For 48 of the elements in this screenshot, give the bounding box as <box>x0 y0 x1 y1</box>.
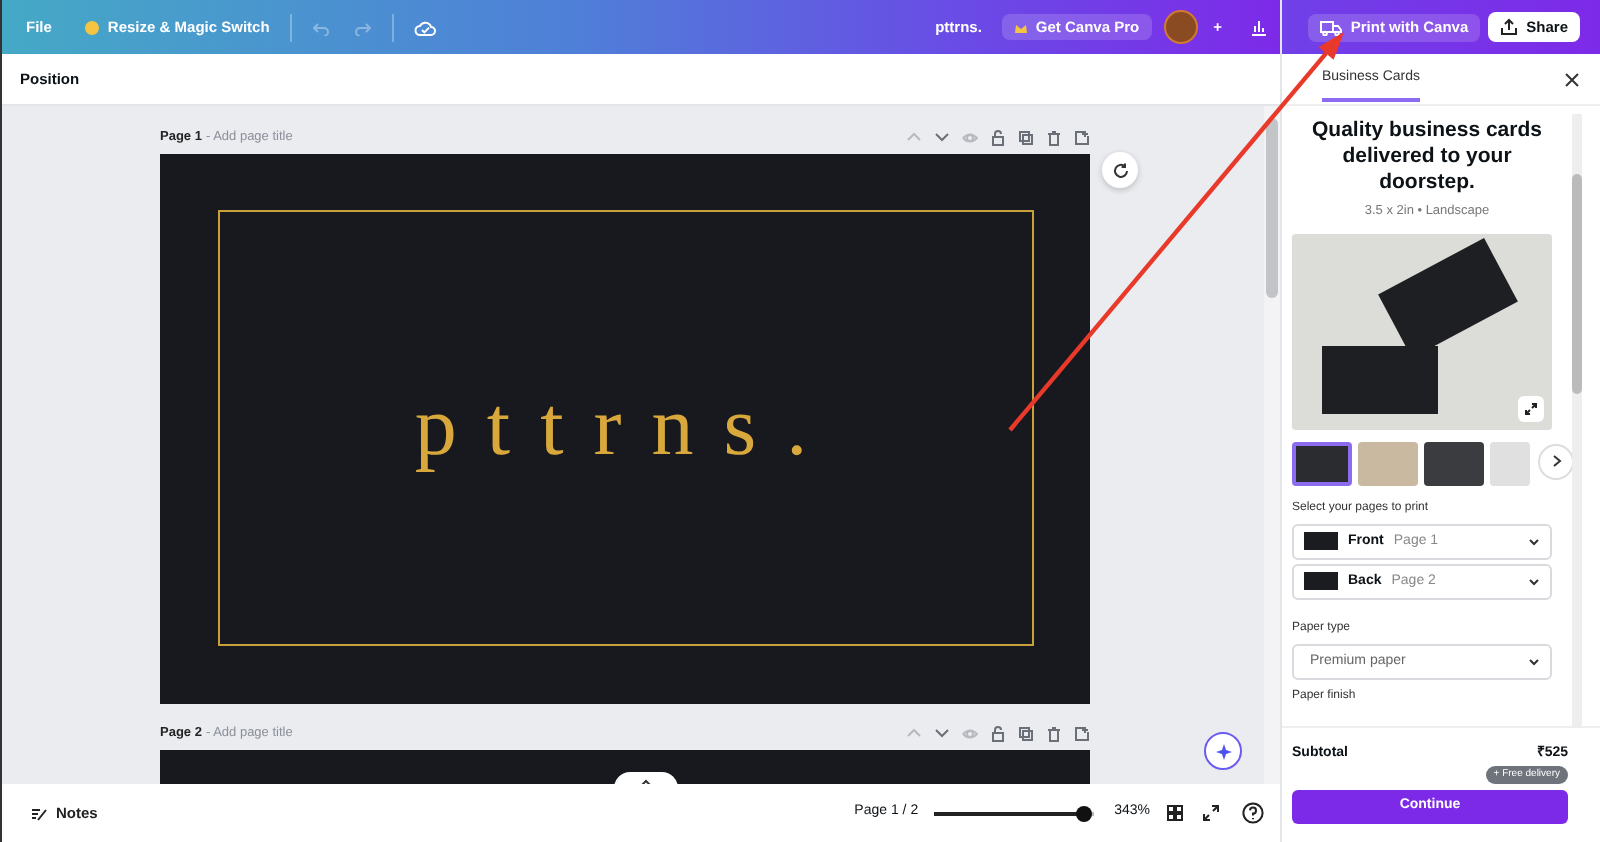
expand-button[interactable] <box>1518 395 1544 422</box>
scrollbar[interactable] <box>1264 106 1280 784</box>
chevron-right-icon <box>1551 454 1561 469</box>
fullscreen-icon[interactable] <box>1202 804 1220 822</box>
grid-view-icon[interactable] <box>1166 804 1184 822</box>
bar-chart-icon <box>1250 18 1268 36</box>
photo-thumbnail[interactable] <box>1490 441 1530 486</box>
refresh-icon <box>1111 161 1129 179</box>
photo-thumbnail[interactable] <box>1424 441 1484 486</box>
lock-icon[interactable] <box>990 726 1006 742</box>
panel-heading: Quality business cards delivered to your doorstep. <box>1310 118 1544 196</box>
notes-icon <box>30 805 48 821</box>
caret-icon <box>1528 657 1540 666</box>
caret-icon <box>1528 577 1540 586</box>
help-icon[interactable] <box>1242 802 1264 824</box>
refresh-button[interactable] <box>1102 152 1138 188</box>
caret-icon <box>1528 537 1540 546</box>
expand-icon <box>1524 401 1538 416</box>
design-page[interactable]: pttrns. <box>160 154 1090 704</box>
duplicate-icon[interactable] <box>1018 726 1034 742</box>
undo-icon <box>311 19 330 35</box>
slider-thumb[interactable] <box>1076 805 1093 821</box>
photo-thumbnail[interactable] <box>1292 441 1352 486</box>
cloud-icon <box>413 19 436 35</box>
next-button[interactable] <box>1538 443 1574 480</box>
page-preview <box>1304 532 1338 551</box>
add-page-icon[interactable] <box>1074 130 1090 146</box>
avatar[interactable] <box>1163 10 1198 44</box>
page-preview <box>1304 572 1338 591</box>
logo-text: pttrns. <box>414 379 838 477</box>
sun-icon <box>83 19 100 35</box>
duplicate-icon[interactable] <box>1018 130 1034 146</box>
trash-icon[interactable] <box>1046 130 1062 146</box>
chevron-down-icon[interactable] <box>934 726 950 742</box>
chevron-down-icon[interactable] <box>934 130 950 146</box>
lock-icon[interactable] <box>990 130 1006 146</box>
add-page-icon[interactable] <box>1074 726 1090 742</box>
share-icon <box>1500 18 1519 36</box>
truck-icon <box>1320 19 1343 35</box>
close-icon[interactable] <box>1564 71 1580 87</box>
chevron-up-icon <box>640 777 652 784</box>
magic-button[interactable] <box>1204 732 1242 770</box>
photo-thumbnail[interactable] <box>1358 441 1418 486</box>
scrollbar[interactable] <box>1572 114 1582 726</box>
trash-icon[interactable] <box>1046 726 1062 742</box>
crown-icon <box>1013 21 1028 33</box>
sparkle-icon <box>1213 741 1233 761</box>
redo-icon <box>353 19 372 35</box>
